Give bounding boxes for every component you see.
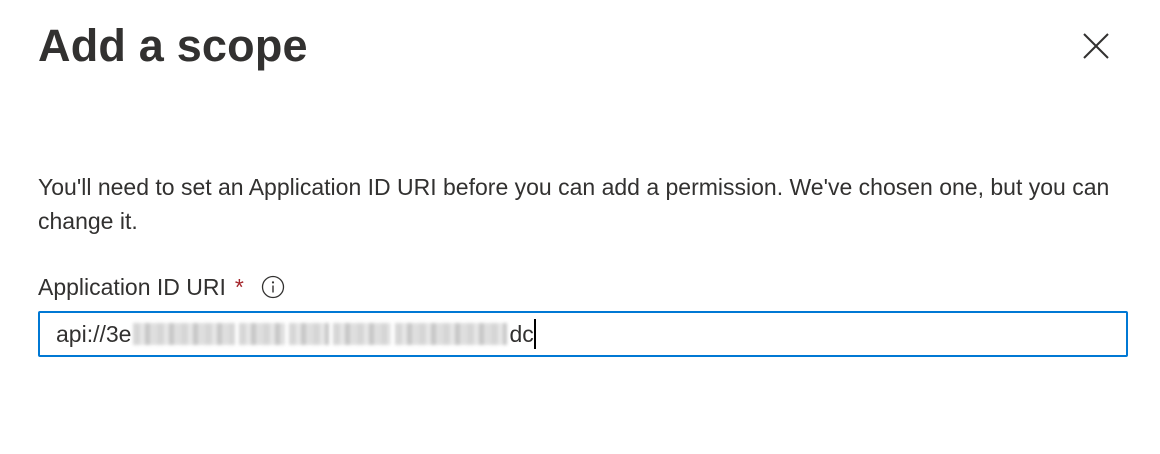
close-button[interactable]	[1076, 26, 1116, 66]
panel-title: Add a scope	[38, 20, 308, 71]
redacted-value	[133, 323, 236, 345]
panel-description: You'll need to set an Application ID URI…	[38, 174, 1110, 234]
redacted-value	[395, 323, 508, 345]
text-cursor	[533, 319, 536, 349]
close-icon	[1083, 33, 1109, 59]
input-value-suffix: dc	[509, 320, 534, 347]
field-label: Application ID URI	[38, 273, 226, 300]
redacted-value	[239, 323, 286, 345]
required-indicator: *	[234, 273, 244, 300]
input-value-prefix: api://3e	[56, 320, 132, 347]
info-icon[interactable]	[261, 275, 285, 299]
application-id-uri-label-row: Application ID URI *	[38, 270, 285, 304]
redacted-value	[289, 323, 330, 345]
redacted-value	[333, 323, 392, 345]
application-id-uri-input[interactable]: api://3e dc	[38, 311, 1128, 357]
